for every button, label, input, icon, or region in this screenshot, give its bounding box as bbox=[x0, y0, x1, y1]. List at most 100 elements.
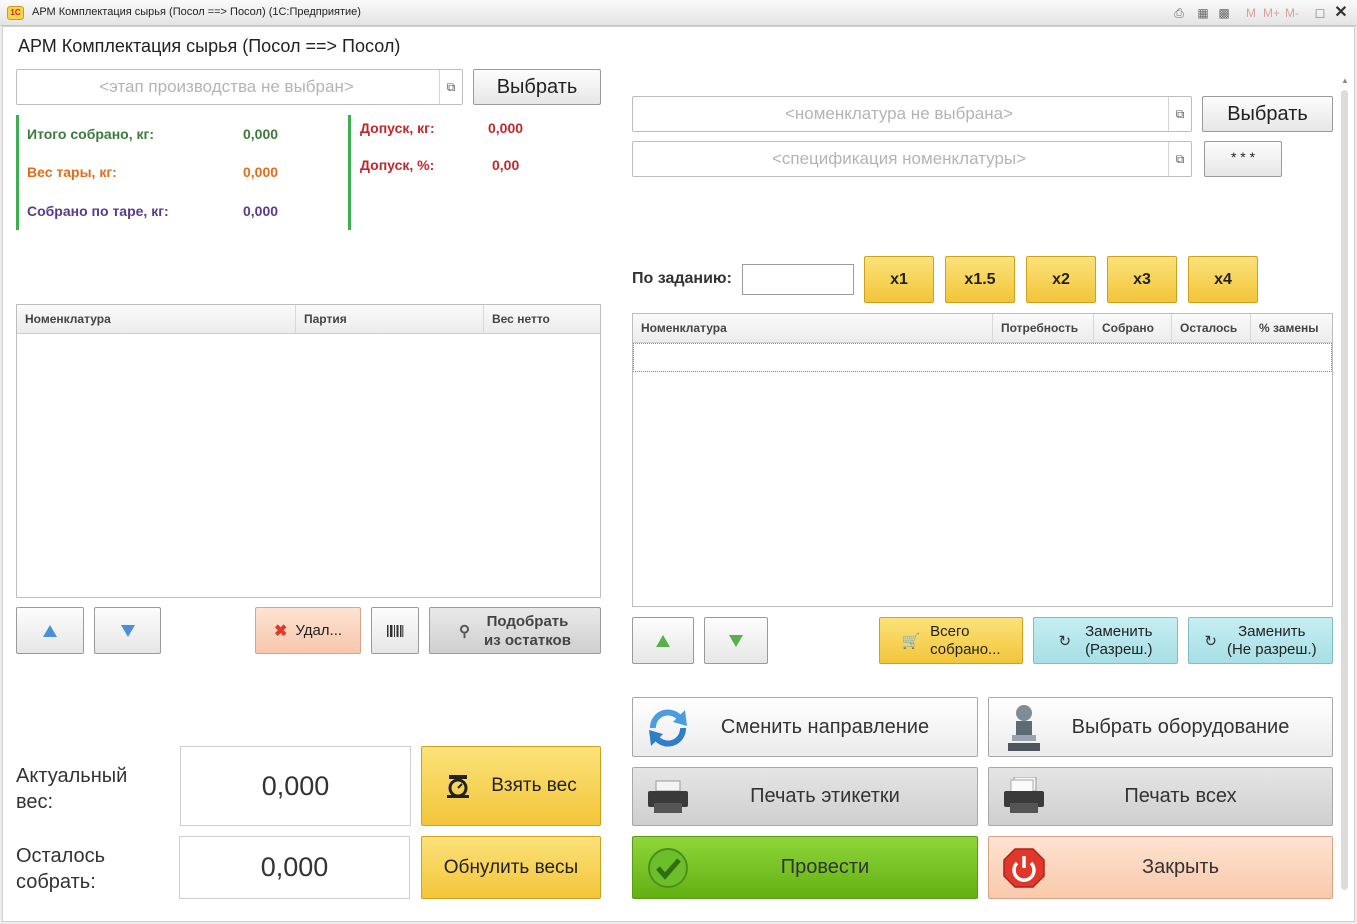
pick-label-line2: из остатков bbox=[484, 631, 571, 649]
refresh-icon: ↻ bbox=[1058, 632, 1072, 650]
window-title: АРМ Комплектация сырья (Посол ==> Посол)… bbox=[32, 6, 361, 18]
specification-more-button[interactable]: * * * bbox=[1204, 141, 1282, 177]
column-replace-pct[interactable]: % замены bbox=[1251, 314, 1332, 342]
close-icon[interactable]: ✕ bbox=[1333, 5, 1349, 21]
delete-icon: ✖ bbox=[273, 622, 288, 640]
stage-field[interactable]: <этап производства не выбран> ⧉ bbox=[16, 69, 463, 105]
reset-scale-button[interactable]: Обнулить весы bbox=[421, 836, 601, 899]
calendar-icon[interactable]: ▩ bbox=[1216, 5, 1232, 21]
printer-icon[interactable]: ⎙ bbox=[1171, 5, 1187, 21]
nomenclature-placeholder: <номенклатура не выбрана> bbox=[784, 104, 1014, 123]
nomenclature-field[interactable]: <номенклатура не выбрана> ⧉ bbox=[632, 96, 1192, 132]
arrow-up-icon bbox=[656, 634, 670, 647]
take-weight-label: Взять вес bbox=[491, 775, 577, 796]
move-up-button[interactable] bbox=[632, 617, 694, 664]
specification-field[interactable]: <спецификация номенклатуры> ⧉ bbox=[632, 141, 1192, 177]
checkmark-icon bbox=[633, 837, 703, 898]
total-value: 0,000 bbox=[243, 126, 279, 142]
nomenclature-select-button[interactable]: Выбрать bbox=[1202, 96, 1333, 132]
vertical-scrollbar[interactable]: ▲ bbox=[1339, 76, 1351, 906]
right-table-header: Номенклатура Потребность Собрано Осталос… bbox=[633, 314, 1332, 343]
replace-not-allowed-button[interactable]: ↻ Заменить (Не разреш.) bbox=[1188, 617, 1333, 664]
open-icon[interactable]: ⧉ bbox=[1168, 142, 1191, 176]
barcode-button[interactable] bbox=[371, 607, 419, 654]
table-row[interactable] bbox=[633, 343, 1332, 372]
left-table[interactable]: Номенклатура Партия Вес нетто bbox=[16, 304, 601, 598]
right-table[interactable]: Номенклатура Потребность Собрано Осталос… bbox=[632, 313, 1333, 607]
scroll-up-icon[interactable]: ▲ bbox=[1341, 76, 1349, 86]
multiplier-x2-button[interactable]: x2 bbox=[1026, 256, 1096, 303]
task-label: По заданию: bbox=[632, 270, 732, 287]
tolerance-pct-value: 0,00 bbox=[492, 157, 520, 173]
tolerance-pct-label: Допуск, %: bbox=[360, 157, 435, 173]
actual-weight-label: Актуальный вес: bbox=[16, 763, 127, 815]
multiplier-x4-button[interactable]: x4 bbox=[1188, 256, 1258, 303]
remaining-label: Осталось собрать: bbox=[16, 843, 105, 895]
replace-allowed-line2: (Разреш.) bbox=[1085, 640, 1153, 658]
remaining-label-line1: Осталось bbox=[16, 845, 106, 867]
replace-not-allowed-line1: Заменить bbox=[1238, 622, 1306, 640]
scrollbar-thumb[interactable] bbox=[1341, 90, 1348, 890]
print-label-button[interactable]: Печать этикетки bbox=[632, 767, 978, 826]
move-down-button[interactable] bbox=[94, 607, 161, 654]
change-direction-button[interactable]: Сменить направление bbox=[632, 697, 978, 757]
scale-icon bbox=[447, 775, 470, 798]
memory-m-button[interactable]: M bbox=[1246, 6, 1256, 20]
all-collected-button[interactable]: 🛒 Всего собрано... bbox=[879, 617, 1023, 664]
by-tare-label: Собрано по таре, кг: bbox=[27, 203, 169, 219]
tare-label: Вес тары, кг: bbox=[27, 164, 117, 180]
column-collected[interactable]: Собрано bbox=[1094, 314, 1172, 342]
equipment-icon bbox=[989, 698, 1059, 756]
summary-divider bbox=[16, 115, 19, 230]
move-down-button[interactable] bbox=[704, 617, 768, 664]
memory-plus-button[interactable]: M+ bbox=[1263, 6, 1280, 20]
power-icon bbox=[989, 837, 1059, 898]
post-button[interactable]: Провести bbox=[632, 836, 978, 899]
printer-icon bbox=[989, 768, 1059, 825]
magnifier-icon: ⚲ bbox=[459, 622, 471, 640]
remaining-label-line2: собрать: bbox=[16, 871, 96, 893]
column-need[interactable]: Потребность bbox=[993, 314, 1094, 342]
column-remaining[interactable]: Осталось bbox=[1172, 314, 1251, 342]
task-input[interactable] bbox=[742, 264, 854, 295]
multiplier-x3-button[interactable]: x3 bbox=[1107, 256, 1177, 303]
column-nomenclature[interactable]: Номенклатура bbox=[17, 305, 296, 333]
maximize-icon[interactable]: □ bbox=[1312, 5, 1328, 21]
pick-from-stock-button[interactable]: ⚲ Подобрать из остатков bbox=[429, 607, 601, 654]
choose-equipment-button[interactable]: Выбрать оборудование bbox=[988, 697, 1333, 757]
tolerance-divider bbox=[348, 115, 351, 230]
replace-allowed-button[interactable]: ↻ Заменить (Разреш.) bbox=[1033, 617, 1178, 664]
actual-weight-label-line1: Актуальный bbox=[16, 765, 128, 787]
stage-select-button[interactable]: Выбрать bbox=[473, 69, 601, 105]
open-icon[interactable]: ⧉ bbox=[1168, 97, 1191, 131]
column-nomenclature[interactable]: Номенклатура bbox=[633, 314, 993, 342]
memory-minus-button[interactable]: M- bbox=[1285, 6, 1299, 20]
multiplier-x1-5-button[interactable]: x1.5 bbox=[945, 256, 1015, 303]
arrow-down-icon bbox=[729, 634, 743, 647]
calculator-icon[interactable]: ▦ bbox=[1195, 5, 1211, 21]
arrow-down-icon bbox=[120, 624, 135, 637]
tolerance-kg-label: Допуск, кг: bbox=[360, 120, 435, 136]
stage-placeholder: <этап производства не выбран> bbox=[99, 77, 354, 96]
open-icon[interactable]: ⧉ bbox=[439, 70, 462, 104]
window-titlebar: 1С АРМ Комплектация сырья (Посол ==> Пос… bbox=[0, 0, 1357, 26]
total-label: Итого собрано, кг: bbox=[27, 126, 154, 142]
app-logo: 1С bbox=[7, 6, 24, 20]
column-net-weight[interactable]: Вес нетто bbox=[484, 305, 600, 333]
close-button[interactable]: Закрыть bbox=[988, 836, 1333, 899]
print-all-button[interactable]: Печать всех bbox=[988, 767, 1333, 826]
specification-placeholder: <спецификация номенклатуры> bbox=[771, 149, 1027, 168]
pick-label-line1: Подобрать bbox=[486, 612, 569, 630]
move-up-button[interactable] bbox=[16, 607, 84, 654]
barcode-icon bbox=[387, 624, 404, 637]
delete-button[interactable]: ✖ Удал... bbox=[255, 607, 361, 654]
refresh-icon: ↻ bbox=[1204, 632, 1217, 650]
print-label-label: Печать этикетки bbox=[750, 785, 900, 807]
form-title: АРМ Комплектация сырья (Посол ==> Посол) bbox=[18, 36, 401, 56]
cart-icon: 🛒 bbox=[901, 632, 921, 650]
left-table-header: Номенклатура Партия Вес нетто bbox=[17, 305, 600, 334]
column-batch[interactable]: Партия bbox=[296, 305, 484, 333]
multiplier-x1-button[interactable]: x1 bbox=[864, 256, 934, 303]
take-weight-button[interactable]: Взять вес bbox=[421, 746, 601, 826]
arrow-up-icon bbox=[43, 624, 57, 637]
